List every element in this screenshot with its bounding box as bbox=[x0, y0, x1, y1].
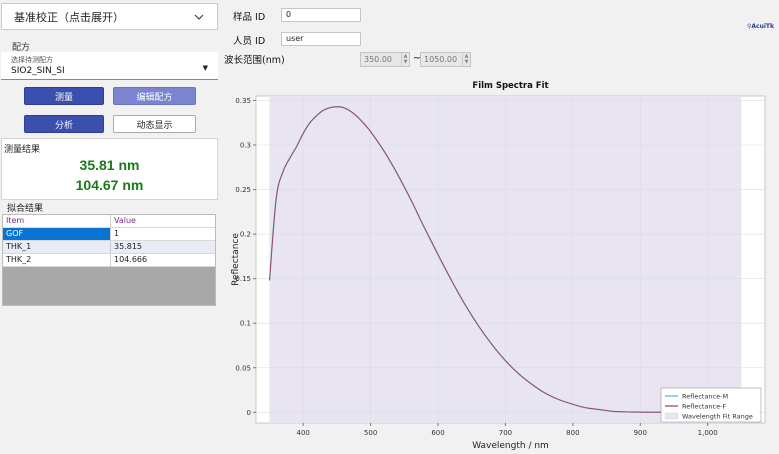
dynamic-display-button[interactable]: 动态显示 bbox=[113, 115, 196, 133]
operator-id-input[interactable]: user bbox=[281, 32, 361, 46]
calibration-expander[interactable]: 基准校正（点击展开） bbox=[1, 3, 218, 30]
measurement-value-2: 104.67 nm bbox=[75, 177, 144, 193]
wavelength-range-label: 波长范围(nm) bbox=[224, 55, 285, 66]
table-header-row: Item Value bbox=[3, 215, 215, 228]
recipe-select-label: 选择待测配方 bbox=[11, 56, 53, 64]
logo-text: AcuiTk bbox=[751, 23, 775, 30]
legend-label: Reflectance-F bbox=[682, 403, 726, 411]
recipe-select-value: SIO2_SIN_SI bbox=[11, 66, 65, 76]
y-tick-label: 0.1 bbox=[240, 320, 251, 328]
y-axis-label: Reflectance bbox=[231, 233, 241, 286]
table-row[interactable]: THK_2 104.666 bbox=[3, 254, 215, 267]
chevron-down-icon bbox=[194, 14, 204, 20]
x-tick-label: 800 bbox=[566, 429, 579, 437]
spectra-chart: 400 500 600 700 800 900 1,00000.050.10.150.20.… bbox=[231, 81, 766, 451]
operator-id-label: 人员 ID bbox=[233, 36, 266, 47]
y-tick-label: 0.35 bbox=[235, 97, 251, 105]
legend-label: Reflectance-M bbox=[682, 393, 728, 401]
dropdown-arrow-icon: ▼ bbox=[202, 64, 208, 72]
calibration-label: 基准校正（点击展开） bbox=[14, 10, 124, 24]
x-axis-label: Wavelength / nm bbox=[472, 441, 549, 451]
table-row[interactable]: GOF 1 bbox=[3, 228, 215, 241]
chart-title: Film Spectra Fit bbox=[472, 81, 548, 91]
table-cell: 35.815 bbox=[114, 242, 142, 251]
legend-label: Wavelength Fit Range bbox=[682, 413, 753, 421]
x-tick-label: 400 bbox=[297, 429, 310, 437]
fit-result-title: 拟合结果 bbox=[7, 204, 44, 214]
column-header: Value bbox=[114, 216, 136, 225]
recipe-select[interactable]: 选择待测配方 SIO2_SIN_SI ▼ bbox=[1, 52, 218, 80]
sample-id-input[interactable]: 0 bbox=[281, 8, 361, 22]
spin-arrows-icon[interactable]: ▲ ▼ bbox=[462, 53, 470, 66]
range-end-spinbox[interactable]: 1050.00 ▲ ▼ bbox=[420, 52, 471, 67]
y-tick-label: 0.3 bbox=[240, 142, 251, 150]
table-row[interactable]: THK_1 35.815 bbox=[3, 241, 215, 254]
table-cell: THK_2 bbox=[3, 254, 111, 266]
table-cell: 104.666 bbox=[114, 255, 148, 264]
x-tick-label: 500 bbox=[364, 429, 377, 437]
sample-id-label: 样品 ID bbox=[233, 12, 266, 23]
company-logo: ⚲AcuiTk bbox=[747, 23, 774, 30]
y-tick-label: 0.25 bbox=[235, 186, 251, 194]
range-start-spinbox[interactable]: 350.00 ▲ ▼ bbox=[360, 52, 410, 67]
x-tick-label: 1,000 bbox=[698, 429, 718, 437]
x-tick-label: 600 bbox=[431, 429, 444, 437]
left-panel: 基准校正（点击展开） 配方 选择待测配方 SIO2_SIN_SI ▼ 测量 编辑… bbox=[0, 0, 221, 454]
legend-swatch bbox=[664, 412, 679, 420]
y-tick-label: 0.2 bbox=[240, 231, 251, 239]
x-tick-label: 700 bbox=[499, 429, 512, 437]
analyze-button[interactable]: 分析 bbox=[24, 115, 104, 133]
fit-result-table: Item Value GOF 1 THK_1 35.815 THK_2 104.… bbox=[2, 214, 216, 306]
measurement-title: 测量结果 bbox=[4, 145, 41, 155]
spin-arrows-icon[interactable]: ▲ ▼ bbox=[401, 53, 409, 66]
table-cell: THK_1 bbox=[3, 241, 111, 253]
measurement-value-1: 35.81 nm bbox=[79, 157, 140, 173]
edit-recipe-button[interactable]: 编辑配方 bbox=[113, 87, 196, 105]
right-panel: 样品 ID 0 人员 ID user 波长范围(nm) 350.00 ▲ ▼ ~ … bbox=[221, 0, 779, 454]
x-tick-label: 900 bbox=[634, 429, 647, 437]
range-end-value: 1050.00 bbox=[424, 55, 458, 64]
column-header: Item bbox=[3, 215, 111, 227]
table-cell: 1 bbox=[114, 229, 120, 238]
measure-button[interactable]: 测量 bbox=[24, 87, 104, 105]
measurement-result-panel: 测量结果 35.81 nm 104.67 nm bbox=[1, 138, 218, 200]
range-start-value: 350.00 bbox=[364, 55, 392, 64]
y-tick-label: 0 bbox=[247, 409, 251, 417]
table-cell: GOF bbox=[3, 228, 111, 240]
y-tick-label: 0.05 bbox=[235, 364, 251, 372]
